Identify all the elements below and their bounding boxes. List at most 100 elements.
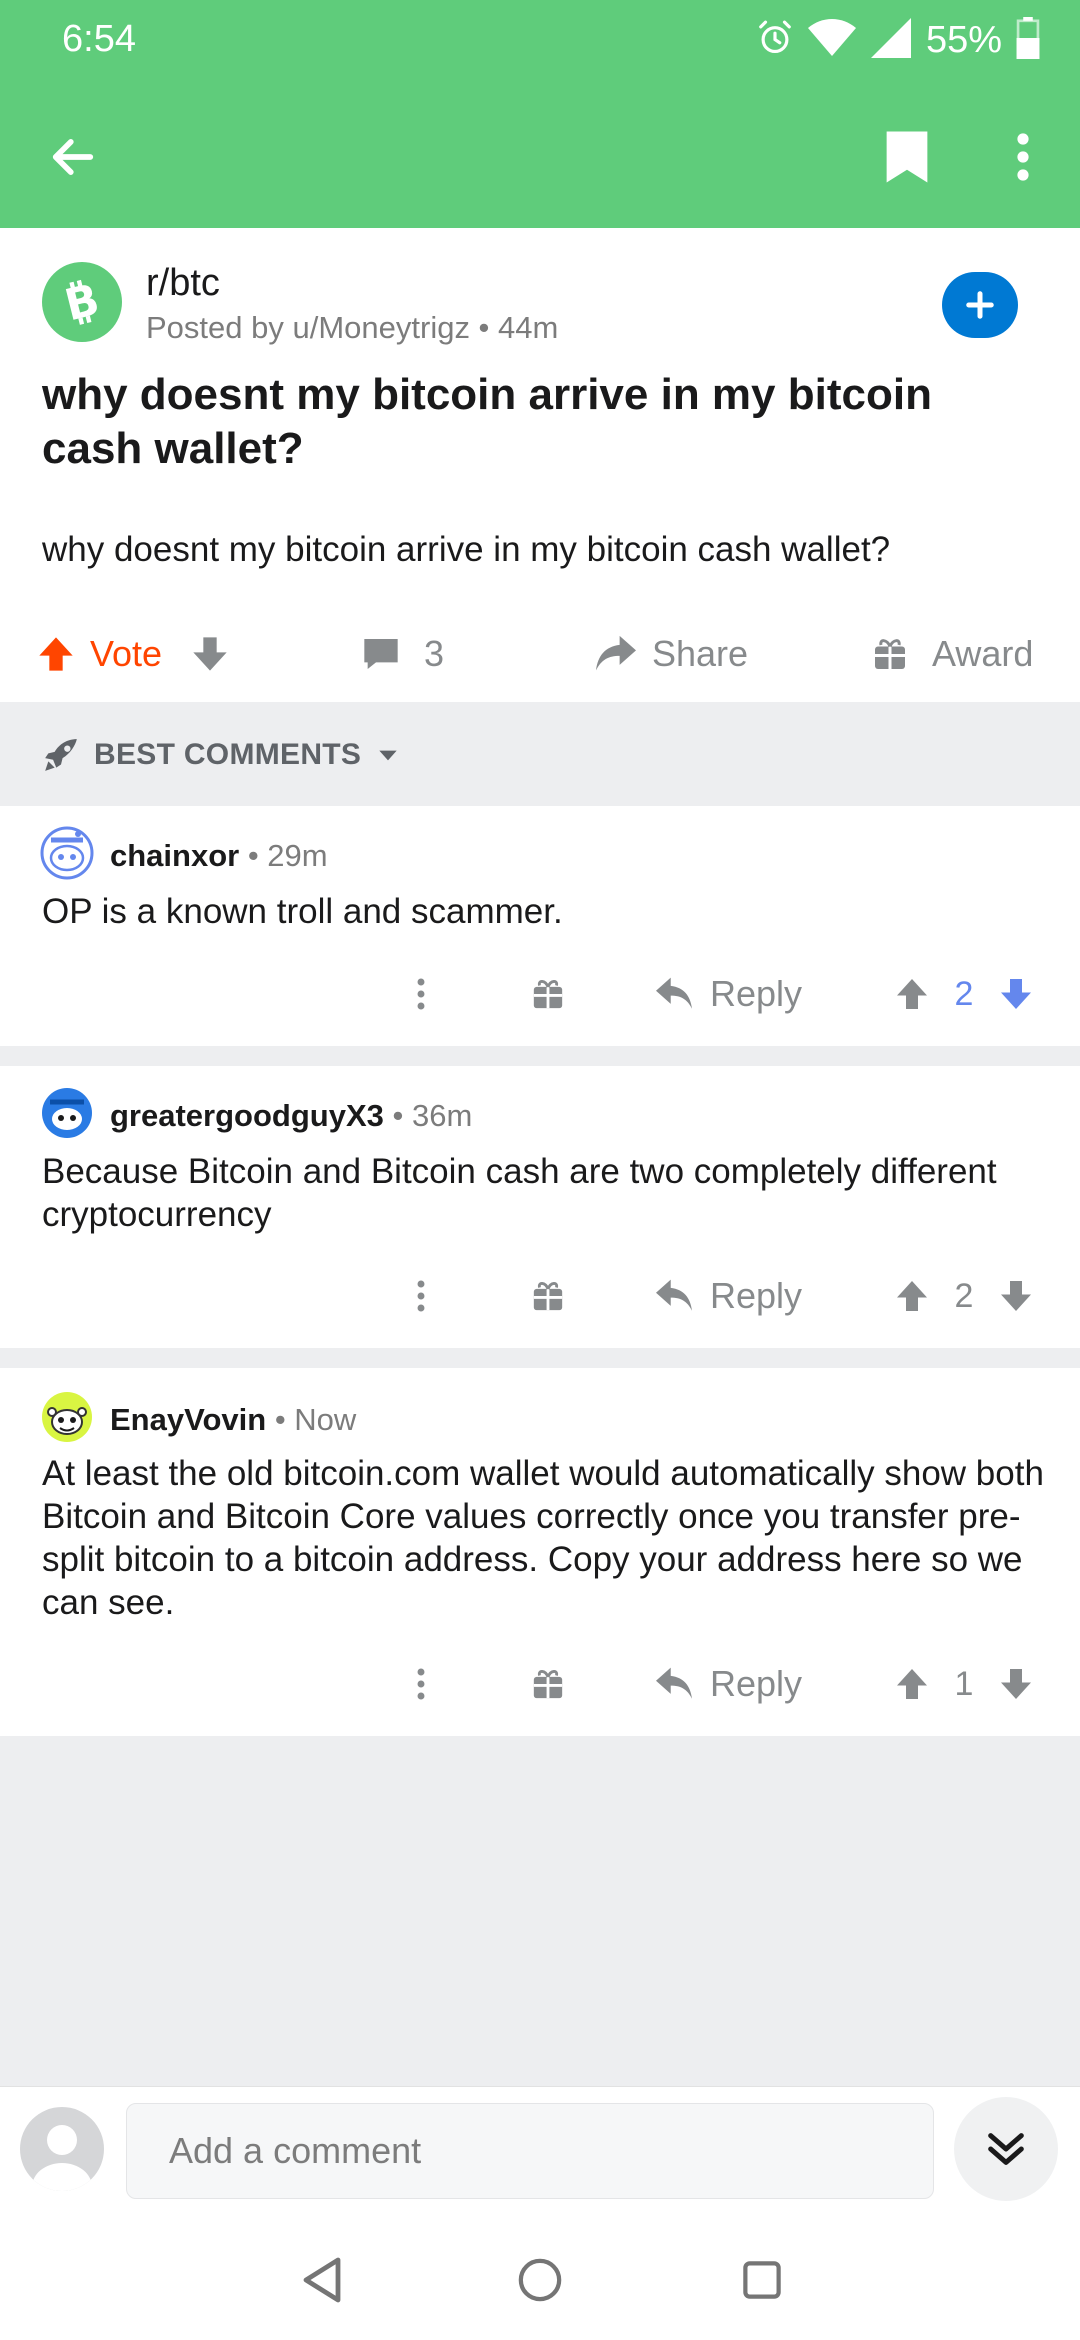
back-arrow-icon bbox=[52, 139, 94, 175]
comment-body: OP is a known troll and scammer. bbox=[42, 892, 563, 931]
reply-icon bbox=[656, 1667, 692, 1699]
battery-percent: 55% bbox=[925, 18, 1002, 61]
more-vertical-icon bbox=[417, 1668, 425, 1700]
comment-award-button[interactable] bbox=[530, 964, 566, 1024]
my-avatar[interactable] bbox=[20, 2107, 104, 2191]
reply-button[interactable]: Reply bbox=[654, 964, 802, 1024]
comment-score: 2 bbox=[954, 974, 974, 1013]
comment-more-button[interactable] bbox=[406, 1654, 436, 1714]
nav-back-icon bbox=[303, 2257, 341, 2303]
reply-button[interactable]: Reply bbox=[654, 1266, 802, 1326]
system-back-button[interactable] bbox=[292, 2250, 352, 2310]
upvote-icon[interactable] bbox=[36, 634, 76, 674]
vote-label: Vote bbox=[90, 633, 163, 674]
compose-bar: Add a comment bbox=[0, 2086, 1080, 2220]
author-name[interactable]: EnayVovin bbox=[110, 1402, 266, 1437]
comment-award-button[interactable] bbox=[530, 1654, 566, 1714]
comment-author[interactable]: greatergoodguyX3 • 36m bbox=[110, 1098, 472, 1134]
snoo-avatar-icon bbox=[42, 1088, 92, 1138]
user-avatar[interactable] bbox=[40, 1086, 94, 1140]
gift-icon bbox=[533, 1282, 563, 1311]
author-name[interactable]: greatergoodguyX3 bbox=[110, 1098, 384, 1133]
upvote-icon bbox=[897, 1281, 927, 1311]
plus-icon bbox=[966, 291, 994, 319]
gift-icon bbox=[875, 639, 905, 669]
award-label: Award bbox=[932, 633, 1034, 674]
snoo-avatar-icon bbox=[40, 826, 94, 880]
comment-author[interactable]: EnayVovin • Now bbox=[110, 1402, 356, 1438]
comment-score: 2 bbox=[954, 1276, 974, 1315]
comment-count: 3 bbox=[424, 633, 445, 674]
double-chevron-down-icon bbox=[988, 2133, 1024, 2165]
comment-downvote-button[interactable] bbox=[996, 964, 1036, 1024]
system-home-button[interactable] bbox=[510, 2250, 570, 2310]
user-avatar[interactable] bbox=[40, 826, 94, 880]
share-label: Share bbox=[652, 633, 749, 674]
comment-input[interactable]: Add a comment bbox=[126, 2103, 934, 2199]
comment-score: 1 bbox=[954, 1664, 974, 1703]
reply-label: Reply bbox=[710, 1275, 803, 1316]
system-recents-button[interactable] bbox=[732, 2250, 792, 2310]
post-title: why doesnt my bitcoin arrive in my bitco… bbox=[42, 370, 932, 473]
comment-item: chainxor • 29m OP is a known troll and s… bbox=[0, 806, 1080, 1046]
status-icons: 55% bbox=[756, 16, 1040, 64]
alarm-icon bbox=[756, 19, 794, 62]
award-button[interactable]: Award bbox=[872, 616, 1033, 692]
comment-downvote-button[interactable] bbox=[996, 1654, 1036, 1714]
comment-actions: Reply 1 bbox=[0, 1654, 1080, 1714]
downvote-icon[interactable] bbox=[190, 634, 230, 674]
status-time: 6:54 bbox=[62, 18, 136, 60]
bookmark-icon bbox=[886, 131, 928, 183]
post-meta: Posted by u/Moneytrigz • 44m bbox=[146, 310, 559, 345]
more-options-button[interactable] bbox=[1000, 122, 1046, 192]
reply-icon bbox=[656, 977, 692, 1009]
comment-award-button[interactable] bbox=[530, 1266, 566, 1326]
sort-label: BEST COMMENTS bbox=[94, 738, 362, 771]
signal-icon bbox=[870, 17, 912, 63]
comment-body: At least the old bitcoin.com wallet woul… bbox=[42, 1454, 1044, 1622]
status-bar: 6:54 55% bbox=[0, 0, 1080, 80]
comments-button[interactable]: 3 bbox=[360, 616, 444, 692]
join-subreddit-button[interactable] bbox=[942, 272, 1018, 338]
system-nav-bar bbox=[0, 2220, 1080, 2340]
snoo-avatar-icon bbox=[42, 1392, 92, 1442]
bitcoin-icon: B bbox=[60, 276, 104, 328]
comment-more-button[interactable] bbox=[406, 964, 436, 1024]
downvote-icon bbox=[1001, 979, 1031, 1009]
battery-icon bbox=[1016, 16, 1040, 64]
author-name[interactable]: chainxor bbox=[110, 838, 239, 873]
upvote-icon bbox=[897, 979, 927, 1009]
vote-group: Vote bbox=[36, 616, 230, 692]
jump-to-comments-button[interactable] bbox=[954, 2097, 1058, 2201]
more-vertical-icon bbox=[417, 1280, 425, 1312]
comment-more-button[interactable] bbox=[406, 1266, 436, 1326]
reply-label: Reply bbox=[710, 973, 803, 1014]
reply-label: Reply bbox=[710, 1663, 803, 1704]
more-vertical-icon bbox=[1017, 133, 1029, 181]
comment-item: greatergoodguyX3 • 36m Because Bitcoin a… bbox=[0, 1066, 1080, 1348]
nav-recents-icon bbox=[743, 2261, 781, 2299]
share-icon bbox=[596, 635, 636, 671]
reply-button[interactable]: Reply bbox=[654, 1654, 802, 1714]
upvote-icon bbox=[897, 1669, 927, 1699]
comment-author[interactable]: chainxor • 29m bbox=[110, 838, 328, 874]
reply-icon bbox=[656, 1279, 692, 1311]
comment-time: • 29m bbox=[239, 838, 328, 873]
sort-dropdown[interactable]: BEST COMMENTS bbox=[42, 732, 401, 778]
comment-upvote-button[interactable] bbox=[892, 1654, 932, 1714]
post-actions: Vote 3 Share Award bbox=[0, 616, 1080, 692]
comment-actions: Reply 2 bbox=[0, 964, 1080, 1024]
comment-item: EnayVovin • Now At least the old bitcoin… bbox=[0, 1368, 1080, 1736]
back-button[interactable] bbox=[38, 122, 108, 192]
bookmark-button[interactable] bbox=[872, 122, 942, 192]
comment-body: Because Bitcoin and Bitcoin cash are two… bbox=[42, 1152, 997, 1234]
comment-upvote-button[interactable] bbox=[892, 964, 932, 1024]
subreddit-name[interactable]: r/btc bbox=[146, 262, 220, 305]
user-avatar[interactable] bbox=[40, 1390, 94, 1444]
sort-bar: BEST COMMENTS bbox=[0, 702, 1080, 806]
share-button[interactable]: Share bbox=[594, 616, 748, 692]
comment-downvote-button[interactable] bbox=[996, 1266, 1036, 1326]
comment-upvote-button[interactable] bbox=[892, 1266, 932, 1326]
subreddit-avatar[interactable]: B bbox=[42, 262, 122, 342]
more-vertical-icon bbox=[417, 978, 425, 1010]
